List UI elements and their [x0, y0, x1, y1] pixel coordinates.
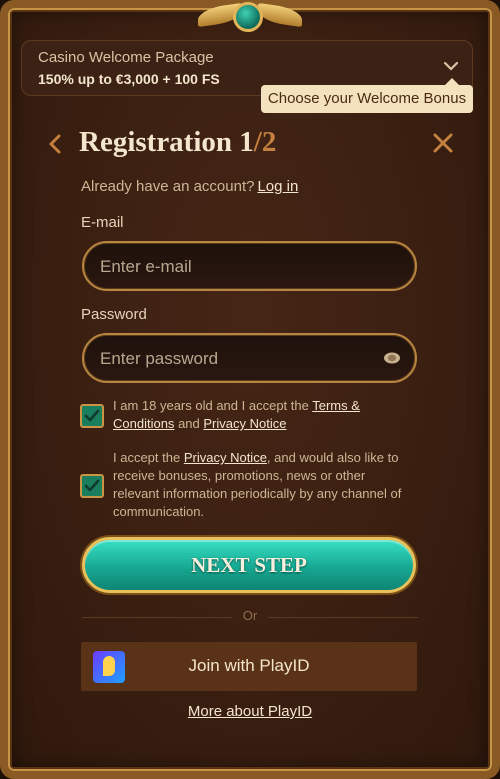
or-separator: Or — [242, 608, 258, 623]
next-step-label: NEXT STEP — [191, 553, 307, 577]
step-separator: / — [253, 126, 262, 158]
choose-bonus-tooltip: Choose your Welcome Bonus — [261, 78, 473, 113]
right-wing-ornament — [258, 2, 302, 28]
top-ornament — [196, 0, 304, 34]
password-label: Password — [81, 306, 147, 323]
divider-right — [268, 617, 418, 618]
email-field[interactable]: Enter e-mail — [82, 241, 417, 291]
age-consent-and: and — [178, 416, 200, 431]
password-field[interactable]: Enter password — [82, 333, 417, 383]
marketing-consent-text: I accept the Privacy Notice, and would a… — [113, 449, 413, 521]
eye-icon[interactable] — [383, 352, 401, 364]
divider-left — [82, 617, 232, 618]
email-placeholder: Enter e-mail — [100, 257, 192, 276]
marketing-consent-intro: I accept the — [113, 450, 181, 465]
checkmark-icon — [84, 409, 100, 422]
emerald-gem-icon — [233, 2, 263, 32]
join-with-playid-button[interactable]: Join with PlayID — [81, 642, 417, 691]
age-consent-intro: I am 18 years old and I accept the — [113, 398, 309, 413]
login-link[interactable]: Log in — [257, 178, 298, 195]
playid-button-label: Join with PlayID — [188, 656, 310, 675]
page-title: Registration 1/2 — [79, 126, 276, 159]
login-prompt-text: Already have an account? — [81, 178, 255, 195]
next-step-button[interactable]: NEXT STEP — [82, 537, 416, 593]
checkmark-icon — [84, 479, 100, 492]
close-icon[interactable] — [431, 131, 455, 155]
marketing-consent-checkbox[interactable] — [80, 474, 104, 498]
chevron-down-icon[interactable] — [442, 57, 460, 75]
email-label: E-mail — [81, 214, 124, 231]
bonus-package-title: Casino Welcome Package — [38, 49, 214, 66]
privacy-notice-link[interactable]: Privacy Notice — [203, 416, 286, 431]
password-placeholder: Enter password — [100, 349, 219, 368]
privacy-notice-link[interactable]: Privacy Notice — [184, 450, 267, 465]
step-current: 1 — [239, 126, 254, 158]
age-consent-text: I am 18 years old and I accept the Terms… — [113, 397, 413, 433]
age-consent-checkbox[interactable] — [80, 404, 104, 428]
title-text: Registration — [79, 126, 233, 158]
bonus-package-value: 150% up to €3,000 + 100 FS — [38, 71, 220, 87]
more-about-playid-link[interactable]: More about PlayID — [0, 703, 500, 720]
step-total: 2 — [261, 126, 277, 158]
back-arrow-icon[interactable] — [44, 131, 66, 157]
login-prompt: Already have an account? Log in — [81, 178, 298, 195]
